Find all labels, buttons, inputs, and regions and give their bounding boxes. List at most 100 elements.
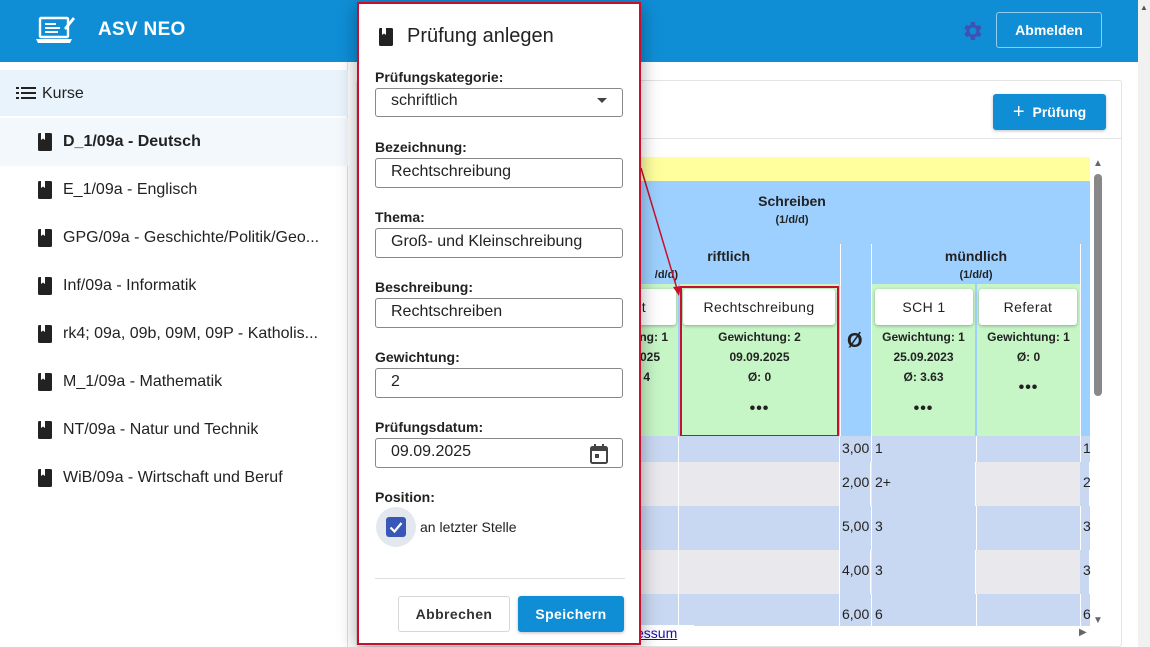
add-exam-button[interactable]: + Prüfung [993, 94, 1106, 130]
exam-chip-referat[interactable]: Referat [979, 289, 1077, 325]
scroll-right-icon[interactable]: ▶ [1079, 627, 1087, 638]
sidebar-item-natur-technik[interactable]: NT/09a - Natur und Technik [0, 406, 348, 454]
book-icon [38, 133, 52, 151]
chevron-down-icon[interactable] [597, 98, 607, 103]
sidebar-item-label: NT/09a - Natur und Technik [63, 421, 259, 438]
sidebar-item-informatik[interactable]: Inf/09a - Informatik [0, 262, 348, 310]
laptop-logo-icon [36, 16, 75, 43]
sidebar-item-label: rk4; 09a, 09b, 09M, 09P - Katholis... [63, 325, 318, 342]
list-icon [16, 87, 36, 99]
muendlich-title: mündlich [944, 248, 1008, 264]
save-button[interactable]: Speichern [518, 596, 624, 632]
book-icon [38, 229, 52, 247]
group-weight: (1/d/d) [775, 214, 809, 226]
sidebar-item-wirtschaft[interactable]: WiB/09a - Wirtschaft und Beruf [0, 454, 348, 502]
exam-chip-sch1[interactable]: SCH 1 [875, 289, 973, 325]
add-exam-label: Prüfung [1032, 104, 1087, 120]
sidebar-item-label: GPG/09a - Geschichte/Politik/Geo... [63, 229, 320, 246]
row-grade[interactable]: 2+ [875, 474, 891, 490]
row-grade-next[interactable]: 2 [1083, 474, 1091, 490]
exam-average: Ø: 0 [1016, 350, 1041, 364]
topic-label: Thema: [375, 209, 425, 225]
scroll-thumb[interactable] [1094, 174, 1102, 396]
row-grade[interactable]: 1 [875, 440, 883, 456]
scroll-up-icon[interactable]: ▲ [1093, 158, 1103, 169]
book-icon [38, 373, 52, 391]
exam-weight: Gewichtung: 1 [882, 330, 965, 344]
book-icon [38, 181, 52, 199]
sidebar: Kurse D_1/09a - Deutsch E_1/09a - Englis… [0, 62, 348, 647]
row-grade-next[interactable]: 1 [1083, 440, 1091, 456]
checkmark-icon [389, 522, 403, 534]
next-column-header [1081, 244, 1090, 436]
row-average: 3,00 [842, 440, 870, 456]
more-options-icon[interactable]: ••• [977, 379, 1080, 397]
cancel-button[interactable]: Abbrechen [398, 596, 510, 632]
row-average: 6,00 [842, 606, 870, 622]
weight-input[interactable]: 2 [375, 368, 623, 398]
position-label: Position: [375, 489, 435, 505]
table-row[interactable]: 6,00 6 6 [600, 594, 1091, 626]
book-icon [38, 421, 52, 439]
table-scrollbar[interactable]: ▲ ▼ [1092, 158, 1104, 626]
sidebar-item-label: D_1/09a - Deutsch [63, 133, 201, 150]
sidebar-item-englisch[interactable]: E_1/09a - Englisch [0, 166, 348, 214]
book-icon [379, 28, 393, 46]
group-header [600, 181, 1090, 244]
average-symbol: Ø [847, 330, 863, 352]
sidebar-item-deutsch[interactable]: D_1/09a - Deutsch [0, 118, 348, 166]
create-exam-dialog: Prüfung anlegen Prüfungskategorie: schri… [357, 2, 641, 645]
topic-input[interactable]: Groß- und Kleinschreibung [375, 228, 623, 258]
row-grade-next[interactable]: 3 [1083, 518, 1091, 534]
more-options-icon[interactable]: ••• [872, 400, 975, 418]
weight-label: Gewichtung: [375, 349, 460, 365]
sidebar-item-label: E_1/09a - Englisch [63, 181, 198, 198]
gear-icon[interactable] [960, 19, 984, 43]
position-option-label: an letzter Stelle [420, 519, 517, 535]
table-row[interactable]: 4,00 3 3 [600, 550, 1091, 594]
row-grade-next[interactable]: 6 [1083, 606, 1091, 622]
exam-date: 25.09.2023 [893, 350, 954, 364]
table-row[interactable]: 2,00 2+ 2 [600, 462, 1091, 506]
table-row[interactable]: 5,00 3 3 [600, 506, 1091, 550]
row-average: 4,00 [842, 562, 870, 578]
sidebar-item-mathematik[interactable]: M_1/09a - Mathematik [0, 358, 348, 406]
row-average: 5,00 [842, 518, 870, 534]
row-grade[interactable]: 3 [875, 518, 883, 534]
impressum-link[interactable]: essum [636, 625, 694, 643]
table-row[interactable]: 3,00 1 1 [600, 436, 1091, 462]
description-label: Beschreibung: [375, 279, 474, 295]
category-label: Prüfungskategorie: [375, 69, 504, 85]
row-grade[interactable]: 6 [875, 606, 883, 622]
category-select[interactable]: schriftlich [375, 88, 623, 117]
name-label: Bezeichnung: [375, 139, 467, 155]
page-scrollbar[interactable]: ▲ [1138, 0, 1150, 647]
logout-button[interactable]: Abmelden [996, 12, 1102, 48]
row-grade[interactable]: 3 [875, 562, 883, 578]
sidebar-header[interactable]: Kurse [0, 70, 348, 116]
dialog-title: Prüfung anlegen [407, 25, 554, 47]
sidebar-item-religion[interactable]: rk4; 09a, 09b, 09M, 09P - Katholis... [0, 310, 348, 358]
calendar-icon[interactable] [590, 444, 608, 464]
exam-average: Ø: 3.63 [903, 370, 944, 384]
name-input[interactable]: Rechtschreibung [375, 158, 623, 188]
date-label: Prüfungsdatum: [375, 419, 484, 435]
row-grade-next[interactable]: 3 [1083, 562, 1091, 578]
sidebar-item-gpg[interactable]: GPG/09a - Geschichte/Politik/Geo... [0, 214, 348, 262]
muendlich-weight: (1/d/d) [959, 269, 993, 281]
row-average: 2,00 [842, 474, 870, 490]
sidebar-item-label: WiB/09a - Wirtschaft und Beruf [63, 469, 283, 486]
description-input[interactable]: Rechtschreiben [375, 298, 623, 328]
book-icon [38, 325, 52, 343]
position-checkbox-wrap[interactable] [376, 507, 416, 547]
exam-weight: Gewichtung: 1 [987, 330, 1070, 344]
position-checkbox[interactable] [386, 517, 406, 537]
book-icon [38, 277, 52, 295]
sidebar-item-label: Inf/09a - Informatik [63, 277, 197, 294]
date-input[interactable]: 09.09.2025 [375, 438, 623, 468]
scroll-down-icon[interactable]: ▼ [1093, 615, 1103, 626]
book-icon [38, 469, 52, 487]
scroll-up-icon[interactable]: ▲ [1140, 3, 1148, 12]
app-title: ASV NEO [98, 19, 186, 40]
group-title: Schreiben [758, 193, 826, 209]
